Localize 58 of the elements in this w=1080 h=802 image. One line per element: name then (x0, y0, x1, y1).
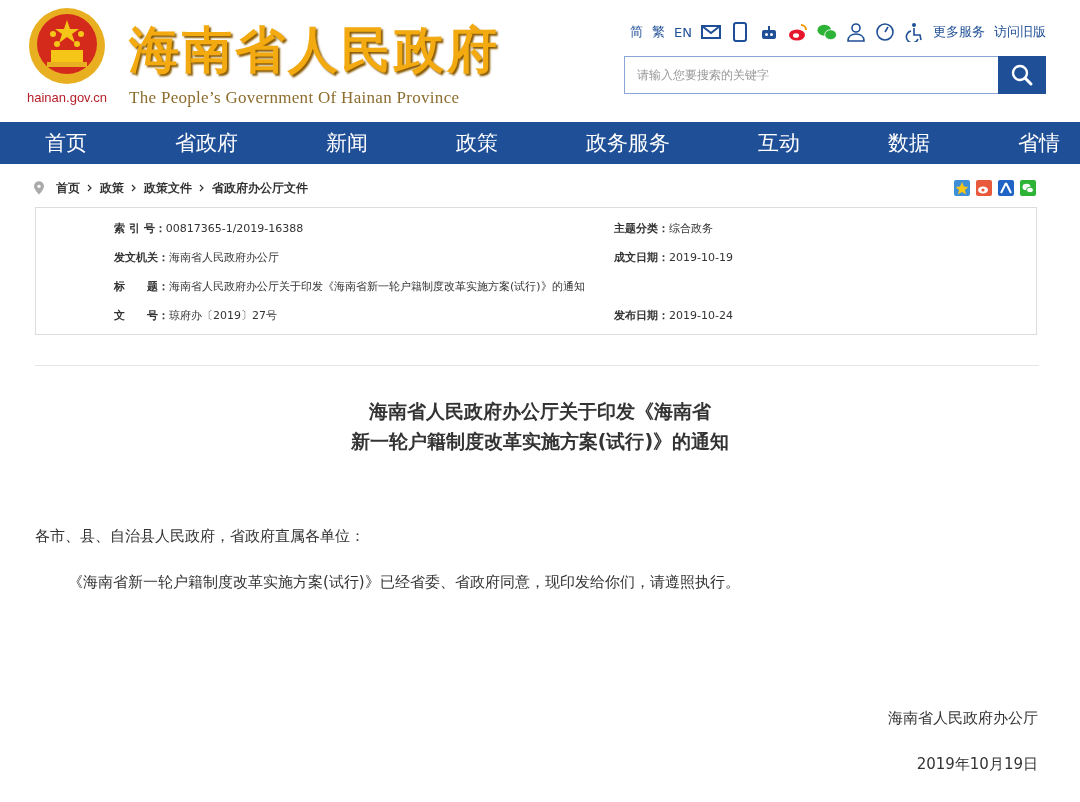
info-label: 标 题： (114, 279, 169, 295)
info-value: 海南省人民政府办公厅 (169, 250, 279, 266)
nav-item[interactable]: 首页 (45, 129, 87, 157)
nav-item[interactable]: 省政府 (175, 129, 238, 157)
nav-item[interactable]: 省情 (1018, 129, 1060, 157)
article-title: 海南省人民政府办公厅关于印发《海南省 (369, 399, 711, 424)
breadcrumb-link[interactable]: 首页 (56, 179, 80, 197)
nav-item[interactable]: 新闻 (326, 129, 368, 157)
service-link[interactable]: 访问旧版 (994, 23, 1046, 41)
breadcrumb-separator-icon (131, 184, 137, 192)
breadcrumb-link[interactable]: 政策 (100, 179, 124, 197)
info-label: 文 号： (114, 308, 169, 324)
body-paragraph: 《海南省新一轮户籍制度改革实施方案(试行)》已经省委、省政府同意，现印发给你们，请遵照执行。 (68, 572, 741, 592)
service-link[interactable]: 更多服务 (933, 23, 985, 41)
breadcrumb-link[interactable]: 省政府办公厅文件 (212, 179, 308, 197)
language-link[interactable]: EN (674, 24, 692, 40)
person-share-icon[interactable] (998, 180, 1014, 196)
info-value: 00817365-1/2019-16388 (165, 221, 304, 237)
nav-item[interactable]: 政务服务 (586, 129, 670, 157)
wechat-share-icon[interactable] (1020, 180, 1036, 196)
info-value: 综合政务 (669, 221, 713, 237)
info-value: 2019-10-24 (669, 308, 733, 324)
search-field[interactable]: 请输入您要搜索的关键字 (624, 56, 998, 94)
nav-item[interactable]: 互动 (758, 129, 800, 157)
info-label: 索 引 号： (114, 221, 166, 237)
wechat-icon[interactable] (817, 22, 837, 42)
info-label: 发文机关： (114, 250, 169, 266)
signature-text: 海南省人民政府办公厅 (887, 708, 1038, 728)
salutation-text: 各市、县、自治县人民政府，省政府直属各单位： (35, 526, 366, 546)
info-value: 琼府办〔2019〕27号 (169, 308, 277, 324)
site-domain: hainan.gov.cn (27, 90, 107, 105)
location-pin-icon (34, 181, 44, 195)
nav-item[interactable]: 政策 (456, 129, 498, 157)
info-label: 成文日期： (614, 250, 669, 266)
site-subtitle: The People’s Government Of Hainan Province (129, 88, 461, 108)
language-link[interactable]: 简 (630, 23, 644, 41)
weibo-icon[interactable] (788, 22, 808, 42)
user-icon[interactable] (846, 22, 866, 42)
breadcrumb-separator-icon (87, 184, 93, 192)
issue-date: 2019年10月19日 (915, 754, 1038, 774)
accessibility-icon[interactable] (904, 22, 924, 42)
site-title: 海南省人民政府 (129, 22, 500, 78)
search-button[interactable] (998, 56, 1046, 94)
mail-icon[interactable] (701, 22, 721, 42)
breadcrumb-link[interactable]: 政策文件 (144, 179, 192, 197)
info-value: 2019-10-19 (669, 250, 733, 266)
info-value: 海南省人民政府办公厅关于印发《海南省新一轮户籍制度改革实施方案(试行)》的通知 (169, 279, 585, 295)
star-share-icon[interactable] (954, 180, 970, 196)
search-icon (1010, 63, 1034, 87)
info-label: 主题分类： (614, 221, 669, 237)
nav-item[interactable]: 数据 (888, 129, 930, 157)
tablet-icon[interactable] (730, 22, 750, 42)
language-link[interactable]: 繁 (652, 23, 666, 41)
weibo-share-icon[interactable] (976, 180, 992, 196)
gauge-icon[interactable] (875, 22, 895, 42)
info-label: 发布日期： (614, 308, 669, 324)
article-title: 新一轮户籍制度改革实施方案(试行)》的通知 (350, 429, 730, 454)
breadcrumb-separator-icon (199, 184, 205, 192)
